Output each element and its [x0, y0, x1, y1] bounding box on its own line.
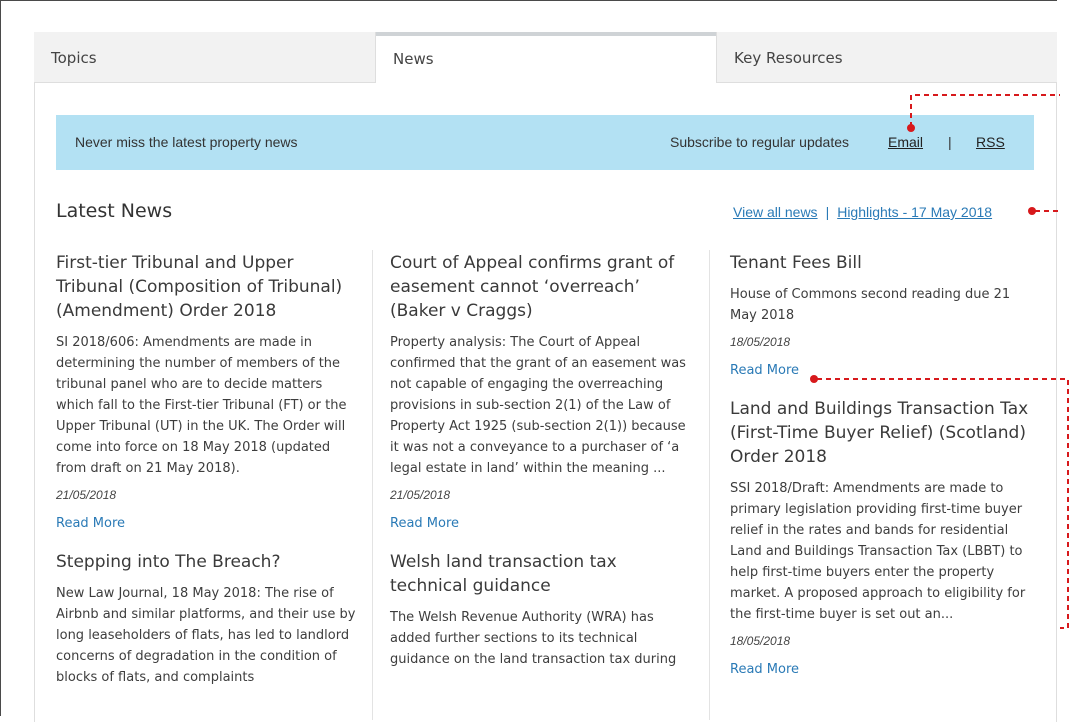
links-separator: |	[825, 204, 830, 220]
news-summary: SSI 2018/Draft: Amendments are made to p…	[730, 481, 1026, 622]
news-date: 18/05/2018	[730, 634, 791, 648]
tab-key-resources[interactable]: Key Resources	[716, 32, 1057, 83]
news-item: Tenant Fees Bill House of Commons second…	[730, 251, 1030, 379]
rss-link[interactable]: RSS	[976, 134, 1005, 150]
news-title[interactable]: First-tier Tribunal and Upper Tribunal (…	[56, 251, 356, 323]
read-more-link[interactable]: Read More	[730, 363, 799, 378]
latest-news-heading: Latest News	[56, 200, 173, 222]
news-item: First-tier Tribunal and Upper Tribunal (…	[56, 251, 356, 532]
news-date: 21/05/2018	[56, 488, 117, 502]
email-link[interactable]: Email	[888, 134, 923, 150]
news-item: Welsh land transaction tax technical gui…	[390, 550, 690, 670]
news-title[interactable]: Court of Appeal confirms grant of easeme…	[390, 251, 690, 323]
news-summary: New Law Journal, 18 May 2018: The rise o…	[56, 586, 356, 685]
subscribe-text: Subscribe to regular updates	[670, 134, 849, 150]
column-divider	[372, 250, 373, 720]
highlights-link[interactable]: Highlights - 17 May 2018	[837, 204, 992, 220]
view-all-news-link[interactable]: View all news	[733, 204, 818, 220]
news-column-2: Court of Appeal confirms grant of easeme…	[390, 251, 690, 688]
news-title[interactable]: Stepping into The Breach?	[56, 550, 356, 574]
news-column-1: First-tier Tribunal and Upper Tribunal (…	[56, 251, 356, 706]
column-divider	[709, 250, 710, 720]
banner-message: Never miss the latest property news	[75, 134, 298, 150]
tab-bar: Topics News Key Resources	[34, 32, 1057, 83]
news-item: Stepping into The Breach? New Law Journa…	[56, 550, 356, 688]
news-title[interactable]: Welsh land transaction tax technical gui…	[390, 550, 690, 598]
news-summary: Property analysis: The Court of Appeal c…	[390, 335, 686, 476]
banner-separator: |	[948, 134, 952, 150]
news-summary: The Welsh Revenue Authority (WRA) has ad…	[390, 610, 677, 667]
news-date: 21/05/2018	[390, 488, 451, 502]
tab-topics[interactable]: Topics	[34, 32, 376, 83]
news-item: Court of Appeal confirms grant of easeme…	[390, 251, 690, 532]
news-summary: House of Commons second reading due 21 M…	[730, 287, 1011, 323]
read-more-link[interactable]: Read More	[390, 516, 459, 531]
news-title[interactable]: Land and Buildings Transaction Tax (Firs…	[730, 397, 1030, 469]
news-item: Land and Buildings Transaction Tax (Firs…	[730, 397, 1030, 678]
read-more-link[interactable]: Read More	[56, 516, 125, 531]
news-summary: SI 2018/606: Amendments are made in dete…	[56, 335, 347, 476]
news-title[interactable]: Tenant Fees Bill	[730, 251, 1030, 275]
subscribe-banner: Never miss the latest property news Subs…	[56, 115, 1034, 170]
read-more-link[interactable]: Read More	[730, 662, 799, 677]
news-column-3: Tenant Fees Bill House of Commons second…	[730, 251, 1030, 696]
news-links: View all news | Highlights - 17 May 2018	[733, 204, 992, 220]
tab-news[interactable]: News	[376, 32, 716, 83]
news-date: 18/05/2018	[730, 335, 791, 349]
